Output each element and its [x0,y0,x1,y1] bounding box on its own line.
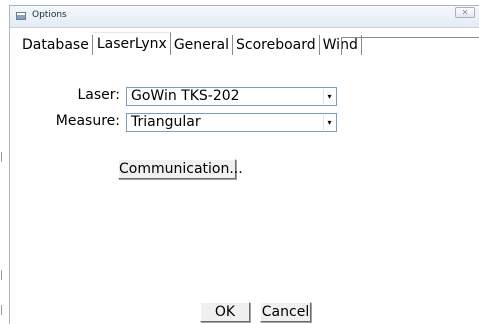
tab-strip-edge [341,37,479,55]
measure-select[interactable]: Triangular ▾ [126,113,337,132]
measure-label: Measure: [55,113,120,129]
window-edge-marks [0,0,3,324]
tab-scoreboard[interactable]: Scoreboard [233,35,320,55]
tab-laserlynx[interactable]: LaserLynx [92,32,171,55]
chevron-down-icon[interactable]: ▾ [323,115,335,130]
chevron-down-icon[interactable]: ▾ [323,89,335,104]
options-dialog: Options ✕ Database LaserLynx General Sco… [9,5,479,324]
cancel-button[interactable]: Cancel [260,302,311,322]
dialog-body: Database LaserLynx General Scoreboard Wi… [10,28,479,324]
close-icon[interactable]: ✕ [455,7,475,18]
tab-general[interactable]: General [171,35,233,55]
laser-select-value: GoWin TKS-202 [131,88,240,104]
tab-strip: Database LaserLynx General Scoreboard Wi… [22,32,362,55]
window-icon [16,12,26,20]
communication-button[interactable]: Communication... [118,159,243,179]
window-title: Options [32,10,67,20]
measure-select-value: Triangular [131,114,201,130]
laser-label: Laser: [77,87,120,103]
tab-database[interactable]: Database [22,35,93,55]
ok-button[interactable]: OK [200,302,250,322]
title-bar[interactable]: Options ✕ [10,6,479,28]
laser-select[interactable]: GoWin TKS-202 ▾ [126,87,337,106]
